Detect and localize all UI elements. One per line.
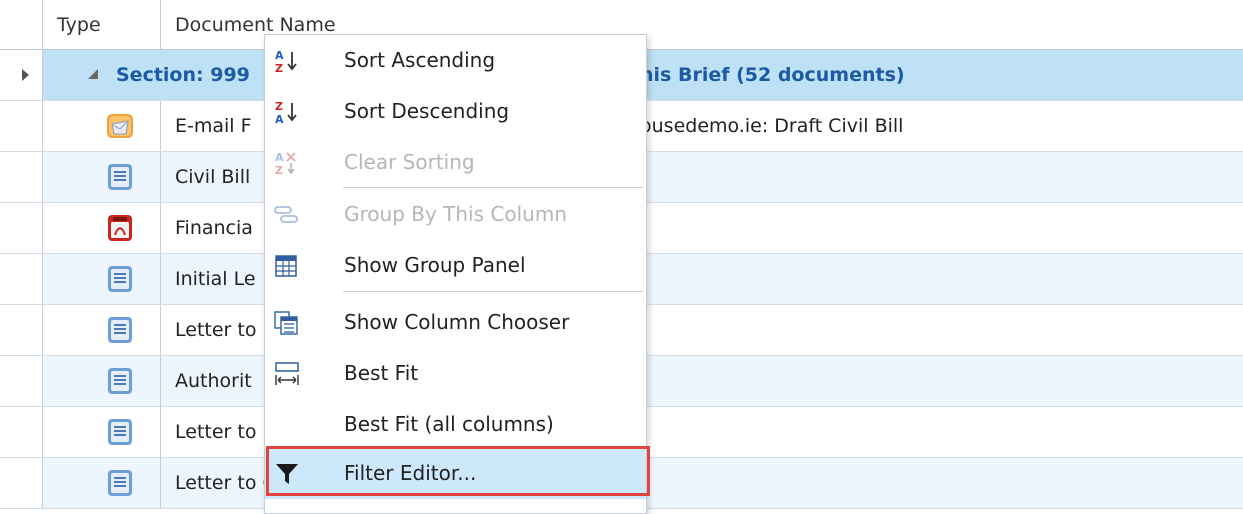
word-doc-icon xyxy=(108,419,132,445)
menu-item-sort-ascending[interactable]: A Z Sort Ascending xyxy=(265,35,646,86)
group-by-icon xyxy=(274,206,298,223)
row-indicator xyxy=(0,254,43,304)
group-count-label: his Brief (52 documents) xyxy=(640,64,905,86)
word-doc-icon xyxy=(108,470,132,496)
column-chooser-icon xyxy=(274,311,298,335)
pdf-icon xyxy=(108,215,132,241)
row-indicator xyxy=(0,356,43,406)
row-indicator xyxy=(0,152,43,202)
sort-ascending-icon: A Z xyxy=(275,49,297,74)
row-indicator xyxy=(0,203,43,253)
menu-item-label: Group By This Column xyxy=(344,202,567,226)
email-icon xyxy=(107,114,133,138)
menu-item-label: Sort Descending xyxy=(344,99,510,123)
svg-text:Z: Z xyxy=(275,164,283,176)
row-indicator xyxy=(0,458,43,508)
word-doc-icon xyxy=(108,368,132,394)
type-cell xyxy=(43,458,161,508)
annotation-highlight-box xyxy=(266,446,650,496)
group-panel-icon xyxy=(275,255,297,277)
menu-item-show-column-chooser[interactable]: Show Column Chooser xyxy=(265,297,646,348)
group-label: Section: 999 xyxy=(116,64,250,86)
row-indicator xyxy=(0,407,43,457)
header-indicator-cell xyxy=(0,0,43,50)
menu-item-label: Show Group Panel xyxy=(344,253,526,277)
type-cell xyxy=(43,407,161,457)
menu-item-sort-descending[interactable]: Z A Sort Descending xyxy=(265,86,646,137)
menu-item-best-fit[interactable]: Best Fit xyxy=(265,348,646,399)
svg-text:Z: Z xyxy=(275,62,283,74)
menu-item-label: Best Fit (all columns) xyxy=(344,412,554,436)
menu-item-group-by-column[interactable]: Group By This Column xyxy=(265,189,646,240)
document-name: Letter to xyxy=(175,421,257,443)
type-cell xyxy=(43,254,161,304)
type-cell xyxy=(43,356,161,406)
svg-text:A: A xyxy=(275,49,284,62)
document-name: Initial Le xyxy=(175,268,256,290)
type-cell xyxy=(43,305,161,355)
document-name-continued: ousedemo.ie: Draft Civil Bill xyxy=(640,115,904,137)
menu-item-best-fit-all-columns[interactable]: Best Fit (all columns) xyxy=(265,399,646,450)
menu-item-label: Clear Sorting xyxy=(344,150,475,174)
document-name: Financia xyxy=(175,217,253,239)
menu-separator xyxy=(343,291,643,292)
svg-text:A: A xyxy=(275,151,284,164)
menu-item-label: Best Fit xyxy=(344,361,419,385)
document-name: Civil Bill xyxy=(175,166,251,188)
svg-text:A: A xyxy=(275,113,284,125)
word-doc-icon xyxy=(108,266,132,292)
column-context-menu: A Z Sort Ascending Z A Sort Descending A… xyxy=(264,34,647,514)
document-name: E-mail F xyxy=(175,115,252,137)
row-indicator xyxy=(0,101,43,151)
best-fit-icon xyxy=(275,362,299,385)
clear-sorting-icon: A Z xyxy=(275,151,296,176)
column-header-type[interactable]: Type xyxy=(43,0,161,50)
type-cell xyxy=(43,101,161,151)
document-name: Letter to xyxy=(175,319,257,341)
word-doc-icon xyxy=(108,317,132,343)
word-doc-icon xyxy=(108,164,132,190)
svg-text:Z: Z xyxy=(275,100,283,113)
row-indicator xyxy=(0,305,43,355)
row-indicator xyxy=(0,50,43,100)
menu-item-label: Sort Ascending xyxy=(344,48,496,72)
sort-descending-icon: Z A xyxy=(275,100,297,125)
collapse-group-icon[interactable] xyxy=(88,69,98,79)
current-row-arrow-icon xyxy=(22,69,29,81)
document-name: Authorit xyxy=(175,370,252,392)
menu-item-label: Show Column Chooser xyxy=(344,310,570,334)
menu-item-show-group-panel[interactable]: Show Group Panel xyxy=(265,240,646,291)
menu-item-clear-sorting[interactable]: A Z Clear Sorting xyxy=(265,137,646,188)
type-cell xyxy=(43,152,161,202)
menu-separator xyxy=(343,187,643,188)
type-cell xyxy=(43,203,161,253)
